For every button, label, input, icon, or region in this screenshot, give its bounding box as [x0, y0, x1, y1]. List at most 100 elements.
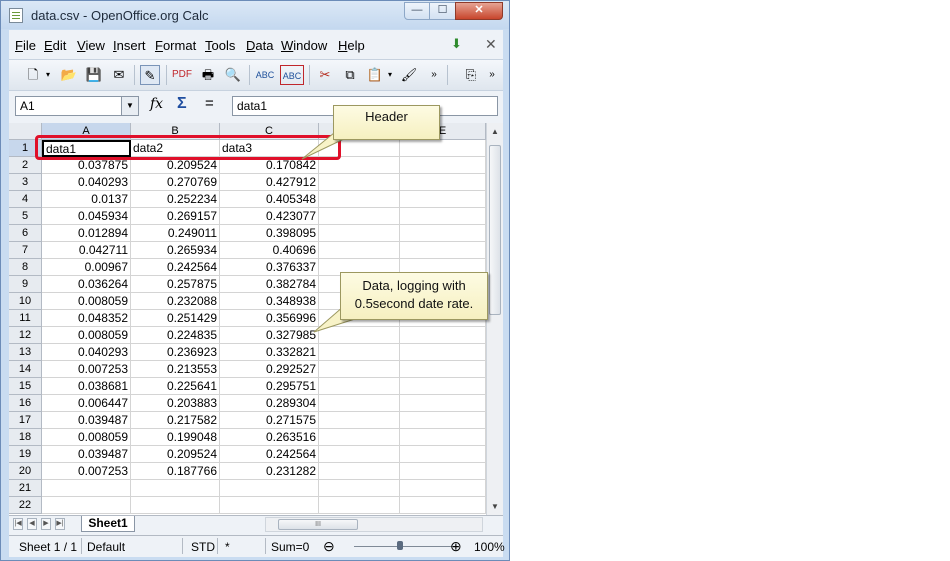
data-cell[interactable]: 0.008059 [42, 293, 131, 310]
status-zoom-percent[interactable]: 100% [474, 540, 505, 554]
empty-cell[interactable] [319, 497, 400, 514]
data-cell[interactable]: 0.292527 [220, 361, 319, 378]
data-cell[interactable]: 0.039487 [42, 412, 131, 429]
data-cell[interactable]: 0.217582 [131, 412, 220, 429]
toolbar-overflow-icon[interactable]: » [427, 65, 441, 85]
row-header[interactable]: 10 [9, 293, 42, 310]
next-sheet-icon[interactable]: ▶ [41, 518, 51, 530]
toolbar2-icon[interactable]: ⎘ [461, 65, 481, 85]
data-cell[interactable]: 0.295751 [220, 378, 319, 395]
email-document-icon[interactable]: ✉ [109, 65, 129, 85]
empty-cell[interactable] [400, 174, 486, 191]
row-header[interactable]: 8 [9, 259, 42, 276]
data-cell[interactable]: 0.231282 [220, 463, 319, 480]
data-cell[interactable]: 0.405348 [220, 191, 319, 208]
data-cell[interactable]: 0.382784 [220, 276, 319, 293]
vertical-scrollbar[interactable]: ▲ ▼ [486, 123, 503, 515]
zoom-slider-knob[interactable] [397, 541, 403, 550]
row-header[interactable]: 16 [9, 395, 42, 412]
data-cell[interactable]: 0.289304 [220, 395, 319, 412]
row-header[interactable]: 15 [9, 378, 42, 395]
data-cell[interactable]: 0.327985 [220, 327, 319, 344]
minimize-button[interactable]: — [404, 2, 430, 20]
empty-cell[interactable] [400, 412, 486, 429]
zoom-in-icon[interactable]: ⊕ [450, 538, 462, 555]
empty-cell[interactable] [400, 395, 486, 412]
update-download-icon[interactable]: ⬇ [451, 36, 465, 51]
copy-icon[interactable]: ⧉ [340, 65, 360, 85]
function-equals-icon[interactable]: = [205, 95, 214, 112]
paste-icon[interactable]: 📋 [365, 65, 385, 85]
row-header[interactable]: 14 [9, 361, 42, 378]
data-cell[interactable]: 0.376337 [220, 259, 319, 276]
empty-cell[interactable] [400, 378, 486, 395]
page-preview-icon[interactable]: 🔍 [223, 65, 243, 85]
save-icon[interactable]: 💾 [84, 65, 104, 85]
data-cell[interactable]: 0.040293 [42, 344, 131, 361]
maximize-button[interactable]: ☐ [429, 2, 456, 20]
data-cell[interactable]: 0.263516 [220, 429, 319, 446]
data-cell[interactable]: 0.242564 [220, 446, 319, 463]
data-cell[interactable]: 0.187766 [131, 463, 220, 480]
paste-dropdown-arrow-icon[interactable]: ▾ [385, 65, 395, 85]
print-icon[interactable]: 🖶 [198, 65, 218, 85]
data-cell[interactable]: 0.242564 [131, 259, 220, 276]
name-box[interactable]: A1 ▼ [15, 96, 139, 116]
empty-cell[interactable] [131, 497, 220, 514]
toolbar2-overflow-icon[interactable]: » [485, 65, 499, 85]
data-cell[interactable]: 0.269157 [131, 208, 220, 225]
data-cell[interactable]: 0.252234 [131, 191, 220, 208]
empty-cell[interactable] [42, 480, 131, 497]
horizontal-scrollbar[interactable]: III [265, 517, 483, 532]
data-cell[interactable]: 0.012894 [42, 225, 131, 242]
edit-mode-icon[interactable]: ✎ [140, 65, 160, 85]
empty-cell[interactable] [400, 225, 486, 242]
close-document-icon[interactable]: ✕ [485, 36, 497, 53]
menu-help[interactable]: Help [338, 38, 365, 53]
empty-cell[interactable] [319, 208, 400, 225]
empty-cell[interactable] [220, 480, 319, 497]
row-header[interactable]: 18 [9, 429, 42, 446]
row-header[interactable]: 5 [9, 208, 42, 225]
new-dropdown-arrow-icon[interactable]: ▾ [43, 65, 53, 85]
data-cell[interactable]: 0.00967 [42, 259, 131, 276]
data-cell[interactable]: 0.257875 [131, 276, 220, 293]
data-cell[interactable]: 0.224835 [131, 327, 220, 344]
menu-data[interactable]: Data [246, 38, 273, 53]
row-header[interactable]: 12 [9, 327, 42, 344]
menu-file[interactable]: File [15, 38, 36, 53]
empty-cell[interactable] [319, 463, 400, 480]
empty-cell[interactable] [220, 497, 319, 514]
data-cell[interactable]: 0.048352 [42, 310, 131, 327]
empty-cell[interactable] [400, 446, 486, 463]
data-cell[interactable]: 0.332821 [220, 344, 319, 361]
row-header[interactable]: 11 [9, 310, 42, 327]
spellcheck-icon[interactable]: ABC [255, 65, 275, 85]
data-cell[interactable]: 0.249011 [131, 225, 220, 242]
row-header[interactable]: 7 [9, 242, 42, 259]
data-cell[interactable]: 0.209524 [131, 446, 220, 463]
empty-cell[interactable] [319, 174, 400, 191]
close-button[interactable]: ✕ [455, 2, 503, 20]
sheet-tab-sheet1[interactable]: Sheet1 [81, 516, 135, 532]
empty-cell[interactable] [400, 208, 486, 225]
empty-cell[interactable] [319, 242, 400, 259]
row-header[interactable]: 9 [9, 276, 42, 293]
data-cell[interactable]: 0.040293 [42, 174, 131, 191]
row-header[interactable]: 17 [9, 412, 42, 429]
menu-edit[interactable]: Edit [44, 38, 66, 53]
data-cell[interactable]: 0.271575 [220, 412, 319, 429]
data-cell[interactable]: 0.423077 [220, 208, 319, 225]
new-document-icon[interactable]: 🗋 [23, 65, 43, 85]
empty-cell[interactable] [400, 327, 486, 344]
empty-cell[interactable] [319, 395, 400, 412]
row-header[interactable]: 3 [9, 174, 42, 191]
empty-cell[interactable] [319, 480, 400, 497]
export-pdf-icon[interactable]: PDF [172, 65, 192, 85]
data-cell[interactable]: 0.251429 [131, 310, 220, 327]
data-cell[interactable]: 0.008059 [42, 429, 131, 446]
menu-insert[interactable]: Insert [113, 38, 146, 53]
data-cell[interactable]: 0.270769 [131, 174, 220, 191]
data-cell[interactable]: 0.348938 [220, 293, 319, 310]
data-cell[interactable]: 0.356996 [220, 310, 319, 327]
